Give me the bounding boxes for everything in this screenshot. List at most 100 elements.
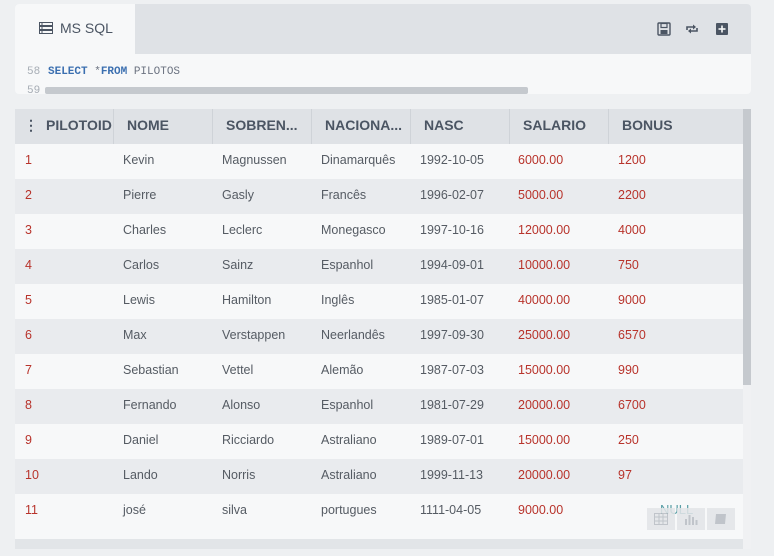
cell-sobrenome[interactable]: silva <box>222 494 247 529</box>
cell-nasc[interactable]: 1999-11-13 <box>420 459 483 494</box>
table-row[interactable]: 7 Sebastian Vettel Alemão 1987-07-03 15000.00… <box>15 354 743 389</box>
cell-nasc[interactable]: 1111-04-05 <box>420 494 481 529</box>
cell-pilotoid[interactable]: 9 <box>25 424 32 459</box>
cell-pilotoid[interactable]: 1 <box>25 144 32 179</box>
cell-salario[interactable]: 15000.00 <box>518 424 570 459</box>
save-icon[interactable] <box>657 22 671 36</box>
tab-ms-sql[interactable]: MS SQL <box>15 4 135 54</box>
cell-sobrenome[interactable]: Vettel <box>222 354 253 389</box>
table-row[interactable]: 4 Carlos Sainz Espanhol 1994-09-01 10000.00 75… <box>15 249 743 284</box>
cell-nacionalidade[interactable]: Dinamarquês <box>321 144 395 179</box>
cell-salario[interactable]: 10000.00 <box>518 249 570 284</box>
cell-nasc[interactable]: 1996-02-07 <box>420 179 484 214</box>
cell-nacionalidade[interactable]: Espanhol <box>321 249 373 284</box>
cell-nome[interactable]: Max <box>123 319 147 354</box>
cell-nome[interactable]: josé <box>123 494 146 529</box>
table-row[interactable]: 5 Lewis Hamilton Inglês 1985-01-07 40000.00 90… <box>15 284 743 319</box>
cell-nome[interactable]: Fernando <box>123 389 177 424</box>
cell-sobrenome[interactable]: Gasly <box>222 179 254 214</box>
cell-nome[interactable]: Charles <box>123 214 166 249</box>
cell-nome[interactable]: Sebastian <box>123 354 179 389</box>
cell-bonus[interactable]: 9000 <box>618 284 646 319</box>
cell-sobrenome[interactable]: Ricciardo <box>222 424 274 459</box>
column-header-sobrenome[interactable]: SOBREN... <box>213 109 312 144</box>
cell-nacionalidade[interactable]: portugues <box>321 494 377 529</box>
cell-nasc[interactable]: 1997-10-16 <box>420 214 484 249</box>
cell-salario[interactable]: 20000.00 <box>518 459 570 494</box>
cell-salario[interactable]: 6000.00 <box>518 144 563 179</box>
cell-sobrenome[interactable]: Verstappen <box>222 319 285 354</box>
cell-nome[interactable]: Lando <box>123 459 158 494</box>
column-header-nasc[interactable]: NASC <box>411 109 510 144</box>
table-row[interactable]: 3 Charles Leclerc Monegasco 1997-10-16 12000.… <box>15 214 743 249</box>
cell-nacionalidade[interactable]: Neerlandês <box>321 319 385 354</box>
cell-nasc[interactable]: 1992-10-05 <box>420 144 484 179</box>
cell-bonus[interactable]: 97 <box>618 459 632 494</box>
chart-view-button[interactable] <box>677 508 705 530</box>
column-header-pilotoid[interactable]: ⋮ PILOTOID <box>15 109 114 144</box>
cell-pilotoid[interactable]: 7 <box>25 354 32 389</box>
cell-bonus[interactable]: 750 <box>618 249 639 284</box>
cell-nasc[interactable]: 1997-09-30 <box>420 319 484 354</box>
cell-nasc[interactable]: 1987-07-03 <box>420 354 484 389</box>
cell-sobrenome[interactable]: Hamilton <box>222 284 271 319</box>
editor-horizontal-scrollbar[interactable] <box>45 87 528 94</box>
cell-nacionalidade[interactable]: Inglês <box>321 284 354 319</box>
column-header-nacionalidade[interactable]: NACIONA... <box>312 109 411 144</box>
table-view-button[interactable] <box>647 508 675 530</box>
column-header-nome[interactable]: NOME <box>114 109 213 144</box>
cell-nome[interactable]: Daniel <box>123 424 158 459</box>
cell-nome[interactable]: Kevin <box>123 144 154 179</box>
book-view-button[interactable] <box>707 508 735 530</box>
column-header-bonus[interactable]: BONUS <box>609 109 743 144</box>
cell-nasc[interactable]: 1985-01-07 <box>420 284 484 319</box>
cell-sobrenome[interactable]: Leclerc <box>222 214 262 249</box>
table-row[interactable]: 6 Max Verstappen Neerlandês 1997-09-30 25000.… <box>15 319 743 354</box>
cell-bonus[interactable]: 4000 <box>618 214 646 249</box>
cell-pilotoid[interactable]: 2 <box>25 179 32 214</box>
cell-nome[interactable]: Lewis <box>123 284 155 319</box>
cell-salario[interactable]: 5000.00 <box>518 179 563 214</box>
cell-pilotoid[interactable]: 8 <box>25 389 32 424</box>
cell-nacionalidade[interactable]: Alemão <box>321 354 363 389</box>
table-row[interactable]: 2 Pierre Gasly Francês 1996-02-07 5000.00 2200 <box>15 179 743 214</box>
cell-salario[interactable]: 40000.00 <box>518 284 570 319</box>
column-header-salario[interactable]: SALARIO <box>510 109 609 144</box>
add-icon[interactable] <box>715 22 729 36</box>
cell-pilotoid[interactable]: 6 <box>25 319 32 354</box>
cell-pilotoid[interactable]: 3 <box>25 214 32 249</box>
cell-salario[interactable]: 20000.00 <box>518 389 570 424</box>
cell-nasc[interactable]: 1981-07-29 <box>420 389 484 424</box>
grid-vertical-scrollbar[interactable] <box>743 109 751 385</box>
refresh-icon[interactable] <box>685 22 699 36</box>
cell-nasc[interactable]: 1989-07-01 <box>420 424 484 459</box>
cell-salario[interactable]: 9000.00 <box>518 494 563 529</box>
cell-salario[interactable]: 15000.00 <box>518 354 570 389</box>
cell-bonus[interactable]: 1200 <box>618 144 646 179</box>
cell-pilotoid[interactable]: 4 <box>25 249 32 284</box>
table-row[interactable]: 9 Daniel Ricciardo Astraliano 1989-07-01 1500… <box>15 424 743 459</box>
cell-nome[interactable]: Carlos <box>123 249 159 284</box>
cell-nacionalidade[interactable]: Astraliano <box>321 459 377 494</box>
cell-sobrenome[interactable]: Alonso <box>222 389 260 424</box>
cell-salario[interactable]: 25000.00 <box>518 319 570 354</box>
cell-bonus[interactable]: 2200 <box>618 179 646 214</box>
cell-nacionalidade[interactable]: Astraliano <box>321 424 377 459</box>
cell-nacionalidade[interactable]: Monegasco <box>321 214 386 249</box>
grid-horizontal-scrollbar[interactable] <box>15 539 743 549</box>
cell-sobrenome[interactable]: Norris <box>222 459 255 494</box>
cell-bonus[interactable]: 6700 <box>618 389 646 424</box>
cell-nacionalidade[interactable]: Francês <box>321 179 366 214</box>
cell-nasc[interactable]: 1994-09-01 <box>420 249 484 284</box>
cell-pilotoid[interactable]: 11 <box>25 494 38 529</box>
cell-nacionalidade[interactable]: Espanhol <box>321 389 373 424</box>
table-row[interactable]: 8 Fernando Alonso Espanhol 1981-07-29 20000.0… <box>15 389 743 424</box>
cell-pilotoid[interactable]: 10 <box>25 459 39 494</box>
cell-bonus[interactable]: 6570 <box>618 319 646 354</box>
table-row[interactable]: 11 josé silva portugues 1111-04-05 9000.00 <box>15 494 743 529</box>
cell-sobrenome[interactable]: Sainz <box>222 249 253 284</box>
table-row[interactable]: 1 Kevin Magnussen Dinamarquês 1992-10-05 6000… <box>15 144 743 179</box>
table-row[interactable]: 10 Lando Norris Astraliano 1999-11-13 20000.0… <box>15 459 743 494</box>
cell-nome[interactable]: Pierre <box>123 179 156 214</box>
cell-bonus[interactable]: 250 <box>618 424 639 459</box>
